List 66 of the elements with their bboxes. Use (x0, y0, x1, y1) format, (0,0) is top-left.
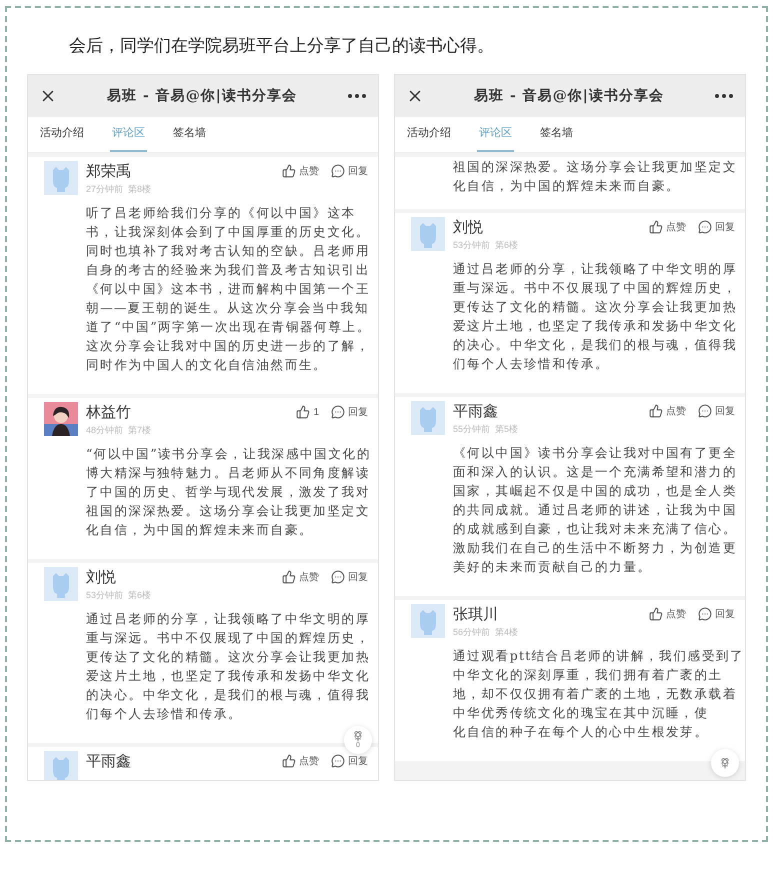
comment-text: 通过观看ptt结合吕老师的讲解，我们感受到了 中华文化的深刻厚重，我们拥有着广袤的土 地，却不仅仅拥有着广袤的土地，无数承载着 中华优秀传统文化的瑰宝在其中沉睡，使 化自信的种子在每个人的心中生根发芽。 (453, 647, 744, 741)
comment-meta: 56分钟前 第4楼 (453, 626, 520, 639)
comment-text: “何以中国”读书分享会，让我深感中国文化的 博大精深与独特魅力。吕老师从不同角度解读 了中国的历史、哲学与现代发展，激发了我对 祖国的深深热爱。这场分享会让我更加坚定文 化自信，为中国的辉煌未来而自豪。 (86, 445, 371, 539)
avatar-icon (411, 604, 445, 638)
flower-icon (719, 757, 731, 769)
avatar-icon (411, 401, 445, 435)
float-button[interactable] (711, 749, 739, 777)
tab[interactable]: 活动介绍 (405, 117, 453, 152)
commenter-name: 刘悦 (86, 566, 117, 588)
reply-button[interactable]: 回复 (698, 220, 735, 234)
speech-bubble-icon (331, 754, 345, 768)
comment-meta: 27分钟前 第8楼 (86, 183, 152, 196)
avatar-icon (44, 751, 78, 780)
tab[interactable]: 签名墙 (171, 117, 208, 152)
thumbs-up-icon (649, 404, 663, 418)
speech-bubble-icon (331, 405, 345, 419)
commenter-name: 刘悦 (453, 216, 484, 238)
like-button[interactable]: 1 (296, 404, 319, 420)
commenter-name: 张琪川 (453, 604, 499, 625)
comment-text: 通过吕老师的分享，让我领略了中华文明的厚 重与深远。书中不仅展现了中国的辉煌历史， 更传达了文化的精髓。这次分享会让我更加热 爱这片土地，也坚定了我传承和发扬中华文化 的决心。中华文化，是我们的根与魂，值得我 们每个人去珍惜和传承。 (86, 610, 370, 723)
commenter-name: 平雨鑫 (453, 400, 499, 422)
speech-bubble-icon (331, 164, 345, 178)
comment-meta: 53分钟前 第6楼 (453, 239, 520, 252)
caption: 会后，同学们在学院易班平台上分享了自己的读书心得。 (68, 35, 495, 58)
avatar-icon (44, 161, 78, 195)
like-button[interactable]: 点赞 (649, 404, 686, 418)
page-title: 易班 - 音易@你|读书分享会 (106, 86, 298, 106)
speech-bubble-icon (698, 404, 712, 418)
comment-meta: 48分钟前 第7楼 (86, 424, 152, 437)
more-icon (348, 94, 366, 98)
more-icon (715, 94, 733, 98)
comment-meta: 55分钟前 第5楼 (453, 423, 520, 436)
thumbs-up-icon (296, 405, 310, 419)
comment-text: 祖国的深深热爱。这场分享会让我更加坚定文 化自信，为中国的辉煌未来而自豪。 (453, 158, 737, 195)
speech-bubble-icon (698, 220, 712, 234)
reply-button[interactable]: 回复 (331, 404, 368, 420)
commenter-name: 平雨鑫 (86, 750, 132, 772)
commenter-name: 林益竹 (86, 402, 132, 423)
speech-bubble-icon (698, 607, 712, 621)
like-button[interactable]: 点赞 (282, 570, 319, 584)
like-button[interactable]: 点赞 (282, 164, 319, 178)
like-button[interactable]: 点赞 (282, 754, 319, 768)
like-button[interactable]: 点赞 (649, 220, 686, 234)
avatar-icon (411, 217, 445, 251)
thumbs-up-icon (649, 220, 663, 234)
comment-text: 《何以中国》读书分享会让我对中国有了更全 面和深入的认识。这是一个充满希望和潜力的 国家，其崛起不仅是中国的成功，也是全人类 的共同成就。通过吕老师的讲述，让我为中国 的成就感到自豪，也让我对未来充满了信心。 激励我们在自己的生活中不断努力，为创造更 美好的未来而贡献自己的力量。 (453, 444, 737, 576)
commenter-name: 郑荣禹 (86, 160, 132, 182)
reply-button[interactable]: 回复 (331, 570, 368, 584)
comment-text: 听了吕老师给我们分享的《何以中国》这本 书，让我深刻体会到了中国厚重的历史文化。 同时也填补了我对考古认知的空缺。吕老师用 自身的考古的经验来为我们普及考古知识引出 《何以中国》这本书，进而解构中国第一个王 朝——夏王朝的诞生。从这次分享会当中我知 道了“中国”两字第一次出现在青铜器何尊上。 这次分享会让我对中国的历史进一步的了解， 同时作为中国人的文化自信油然而生。 (86, 204, 371, 374)
thumbs-up-icon (282, 570, 296, 584)
reply-button[interactable]: 回复 (331, 754, 368, 768)
comment-meta: 53分钟前 第6楼 (86, 589, 152, 602)
thumbs-up-icon (649, 607, 663, 621)
thumbs-up-icon (282, 164, 296, 178)
speech-bubble-icon (331, 570, 345, 584)
comment-text: 通过吕老师的分享，让我领略了中华文明的厚 重与深远。书中不仅展现了中国的辉煌历史， 更传达了文化的精髓。这次分享会让我更加热 爱这片土地，也坚定了我传承和发扬中华文化 的决心。中华文化，是我们的根与魂，值得我 们每个人去珍惜和传承。 (453, 260, 737, 373)
flower-icon (352, 730, 364, 742)
tab[interactable]: 活动介绍 (38, 117, 86, 152)
like-button[interactable]: 点赞 (649, 606, 686, 622)
tab[interactable]: 签名墙 (538, 117, 575, 152)
reply-button[interactable]: 回复 (698, 404, 735, 418)
reply-button[interactable]: 回复 (331, 164, 368, 178)
reply-button[interactable]: 回复 (698, 606, 735, 622)
thumbs-up-icon (282, 754, 296, 768)
avatar-icon (44, 567, 78, 601)
page-title: 易班 - 音易@你|读书分享会 (473, 86, 665, 106)
